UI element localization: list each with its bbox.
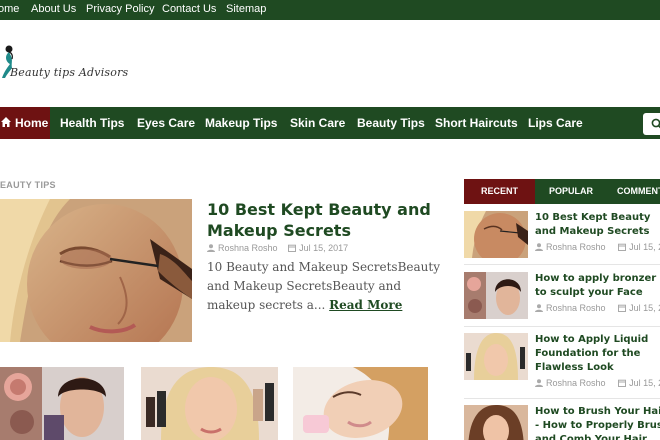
sidebar-post-date: Jul 15, 2017: [629, 242, 660, 252]
top-link-privacy[interactable]: Privacy Policy: [86, 3, 154, 15]
tab-popular[interactable]: POPULAR: [535, 179, 607, 204]
sidebar-divider: [464, 264, 660, 265]
nav-item-skin-care[interactable]: Skin Care: [290, 107, 345, 139]
sidebar-post-meta: Roshna Rosho Jul 15, 2017: [535, 242, 660, 252]
nav-item-eyes-care[interactable]: Eyes Care: [137, 107, 195, 139]
search-button[interactable]: [643, 113, 660, 135]
thumbnail-illustration: [464, 211, 528, 258]
calendar-icon: [288, 244, 297, 252]
featured-photo-illustration: [0, 199, 192, 342]
thumbnail-illustration: [293, 367, 428, 440]
user-icon: [535, 379, 543, 387]
tab-comment[interactable]: COMMENT: [607, 179, 660, 204]
post-thumbnail-1[interactable]: [0, 367, 124, 440]
sidebar-post-author[interactable]: Roshna Rosho: [546, 242, 606, 252]
sidebar-divider: [464, 326, 660, 327]
thumbnail-illustration: [464, 272, 528, 319]
sidebar-post-thumbnail[interactable]: [464, 272, 528, 319]
sidebar-post-title[interactable]: 10 Best Kept Beauty and Makeup Secrets: [535, 211, 660, 239]
sidebar-divider: [464, 398, 660, 399]
sidebar-tabs: RECENT POPULAR COMMENT: [464, 179, 660, 204]
sidebar-post-title[interactable]: How to Brush Your Hair - How to Properly…: [535, 405, 660, 440]
tab-recent[interactable]: RECENT: [464, 179, 535, 204]
sidebar-post-thumbnail[interactable]: [464, 333, 528, 380]
user-icon: [535, 243, 543, 251]
featured-title[interactable]: 10 Best Kept Beauty and Makeup Secrets: [207, 199, 437, 241]
featured-excerpt: 10 Beauty and Makeup SecretsBeauty and M…: [207, 258, 447, 315]
featured-meta: Roshna Rosho Jul 15, 2017: [207, 243, 348, 253]
thumbnail-illustration: [0, 367, 124, 440]
sidebar-post-author[interactable]: Roshna Rosho: [546, 303, 606, 313]
nav-item-makeup-tips[interactable]: Makeup Tips: [205, 107, 277, 139]
sidebar-post-title[interactable]: How to Apply Liquid Foundation for the F…: [535, 333, 660, 375]
sidebar-post-thumbnail[interactable]: [464, 211, 528, 258]
sidebar-post[interactable]: 10 Best Kept Beauty and Makeup Secrets R…: [464, 211, 660, 259]
sidebar-post-meta: Roshna Rosho Jul 15, 2017: [535, 378, 660, 388]
nav-item-lips-care[interactable]: Lips Care: [528, 107, 583, 139]
featured-excerpt-text: 10 Beauty and Makeup SecretsBeauty and M…: [207, 260, 440, 312]
sidebar-post[interactable]: How to apply bronzer to sculpt your Face…: [464, 272, 660, 320]
sidebar-post-author[interactable]: Roshna Rosho: [546, 378, 606, 388]
logo-text[interactable]: Beauty tips Advisors: [10, 66, 128, 79]
top-link-contact[interactable]: Contact Us: [162, 3, 216, 15]
sidebar-post-date: Jul 15, 2017: [629, 378, 660, 388]
sidebar-post-date: Jul 15, 2017: [629, 303, 660, 313]
main-nav: Home Health Tips Eyes Care Makeup Tips S…: [0, 107, 660, 139]
post-thumbnail-3[interactable]: [293, 367, 428, 440]
thumbnail-illustration: [464, 333, 528, 380]
sidebar-post-meta: Roshna Rosho Jul 15, 2017: [535, 303, 660, 313]
nav-item-home[interactable]: Home: [0, 107, 50, 139]
calendar-icon: [618, 304, 627, 312]
section-label: EAUTY TIPS: [0, 180, 56, 190]
search-icon: [651, 118, 660, 129]
featured-date: Jul 15, 2017: [299, 243, 349, 253]
read-more-link[interactable]: Read More: [329, 298, 402, 312]
user-icon: [535, 304, 543, 312]
thumbnail-illustration: [464, 405, 528, 440]
nav-item-health-tips[interactable]: Health Tips: [60, 107, 124, 139]
top-bar: ome About Us Privacy Policy Contact Us S…: [0, 0, 660, 20]
nav-item-label: Home: [15, 116, 49, 130]
sidebar-post-title[interactable]: How to apply bronzer to sculpt your Face: [535, 272, 660, 300]
top-link-home[interactable]: ome: [0, 3, 19, 15]
featured-author[interactable]: Roshna Rosho: [218, 243, 278, 253]
user-icon: [207, 244, 215, 252]
sidebar-post[interactable]: How to Apply Liquid Foundation for the F…: [464, 333, 660, 395]
top-link-sitemap[interactable]: Sitemap: [226, 3, 266, 15]
featured-image[interactable]: [0, 199, 192, 342]
nav-item-beauty-tips[interactable]: Beauty Tips: [357, 107, 425, 139]
post-thumbnail-2[interactable]: [141, 367, 278, 440]
thumbnail-illustration: [141, 367, 278, 440]
home-icon: [1, 117, 11, 127]
sidebar-post[interactable]: How to Brush Your Hair - How to Properly…: [464, 405, 660, 440]
calendar-icon: [618, 243, 627, 251]
top-link-about[interactable]: About Us: [31, 3, 76, 15]
nav-item-short-haircuts[interactable]: Short Haircuts: [435, 107, 518, 139]
sidebar-post-thumbnail[interactable]: [464, 405, 528, 440]
calendar-icon: [618, 379, 627, 387]
